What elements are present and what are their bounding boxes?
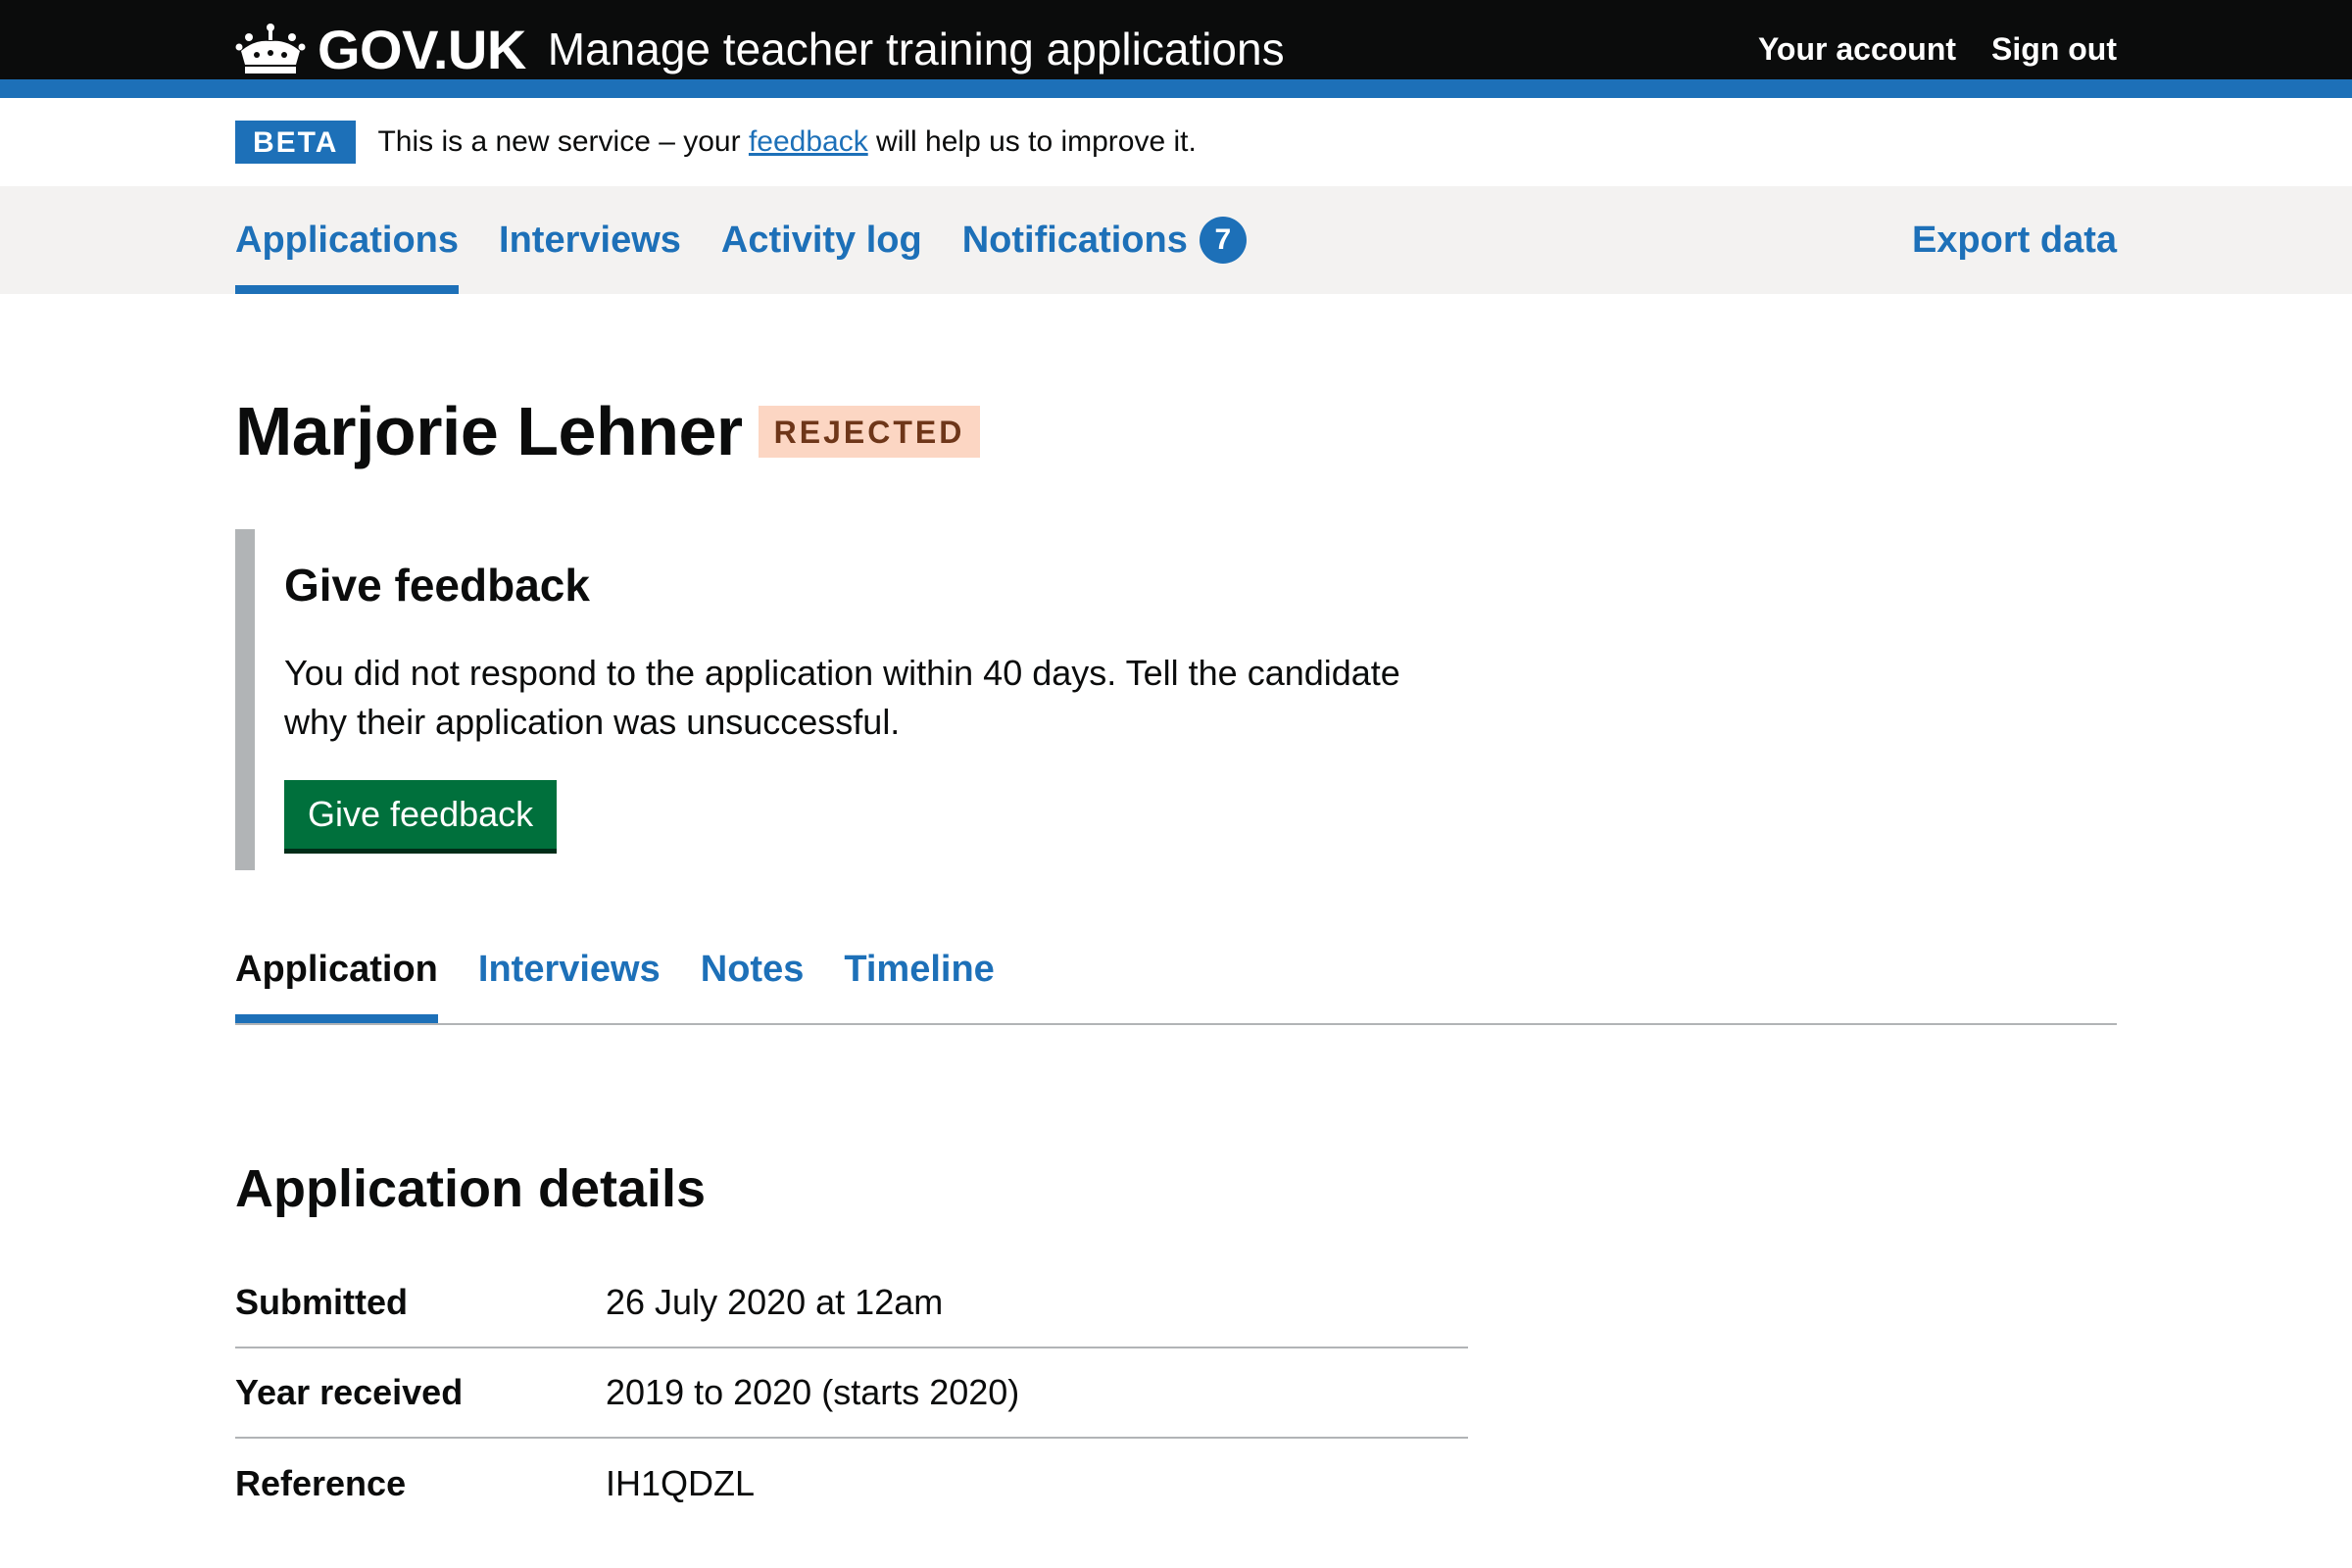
summary-value: 2019 to 2020 (starts 2020) — [606, 1372, 1020, 1412]
summary-key: Reference — [235, 1463, 407, 1503]
your-account-link[interactable]: Your account — [1758, 31, 1956, 68]
primary-navigation: Applications Interviews Activity log Not… — [0, 186, 2352, 294]
nav-item-activity-log[interactable]: Activity log — [721, 186, 922, 294]
summary-row-year-received: Year received 2019 to 2020 (starts 2020) — [235, 1348, 1468, 1439]
application-details-summary: Submitted 26 July 2020 at 12am Year rece… — [235, 1258, 1468, 1529]
application-details-heading: Application details — [235, 1159, 707, 1218]
tab-timeline[interactable]: Timeline — [844, 949, 994, 1023]
give-feedback-button[interactable]: Give feedback — [284, 780, 558, 849]
status-badge: REJECTED — [758, 405, 981, 458]
phase-banner: BETA This is a new service – your feedba… — [235, 98, 2117, 186]
give-feedback-body: You did not respond to the application w… — [284, 653, 1400, 742]
header-navigation: Your account Sign out — [1758, 31, 2117, 68]
nav-item-applications[interactable]: Applications — [235, 186, 460, 294]
page-title: Marjorie Lehner — [235, 393, 743, 469]
tab-interviews[interactable]: Interviews — [478, 949, 661, 1023]
export-data-link[interactable]: Export data — [1912, 186, 2117, 294]
notifications-count-badge: 7 — [1199, 217, 1247, 264]
nav-item-interviews[interactable]: Interviews — [499, 186, 681, 294]
govuk-logo-link[interactable]: GOV.UK — [235, 18, 526, 81]
phase-banner-text: This is a new service – your feedback wi… — [377, 125, 1196, 159]
main-content: Marjorie Lehner REJECTED Give feedback Y… — [235, 294, 2117, 1529]
summary-row-submitted: Submitted 26 July 2020 at 12am — [235, 1258, 1468, 1348]
service-name-link[interactable]: Manage teacher training applications — [548, 23, 1285, 75]
feedback-link[interactable]: feedback — [749, 125, 868, 158]
phase-text-before: This is a new service – your — [377, 125, 749, 158]
summary-value: IH1QDZL — [606, 1463, 756, 1503]
beta-tag: BETA — [235, 121, 357, 164]
crown-icon — [235, 24, 306, 74]
tab-notes[interactable]: Notes — [701, 949, 805, 1023]
tab-application[interactable]: Application — [235, 949, 438, 1023]
summary-key: Year received — [235, 1372, 464, 1412]
give-feedback-heading: Give feedback — [284, 560, 590, 611]
site-header: GOV.UK Manage teacher training applicati… — [0, 0, 2352, 98]
phase-text-after: will help us to improve it. — [867, 125, 1197, 158]
summary-value: 26 July 2020 at 12am — [606, 1282, 944, 1322]
summary-key: Submitted — [235, 1282, 408, 1322]
summary-row-reference: Reference IH1QDZL — [235, 1439, 1468, 1529]
sign-out-link[interactable]: Sign out — [1991, 31, 2117, 68]
application-sub-navigation: Application Interviews Notes Timeline — [235, 949, 2117, 1025]
nav-item-notifications[interactable]: Notifications 7 — [962, 186, 1247, 294]
give-feedback-panel: Give feedback You did not respond to the… — [235, 529, 1470, 870]
nav-item-notifications-label: Notifications — [961, 219, 1188, 261]
govuk-logotype: GOV.UK — [318, 18, 526, 80]
title-row: Marjorie Lehner REJECTED — [235, 392, 2117, 470]
